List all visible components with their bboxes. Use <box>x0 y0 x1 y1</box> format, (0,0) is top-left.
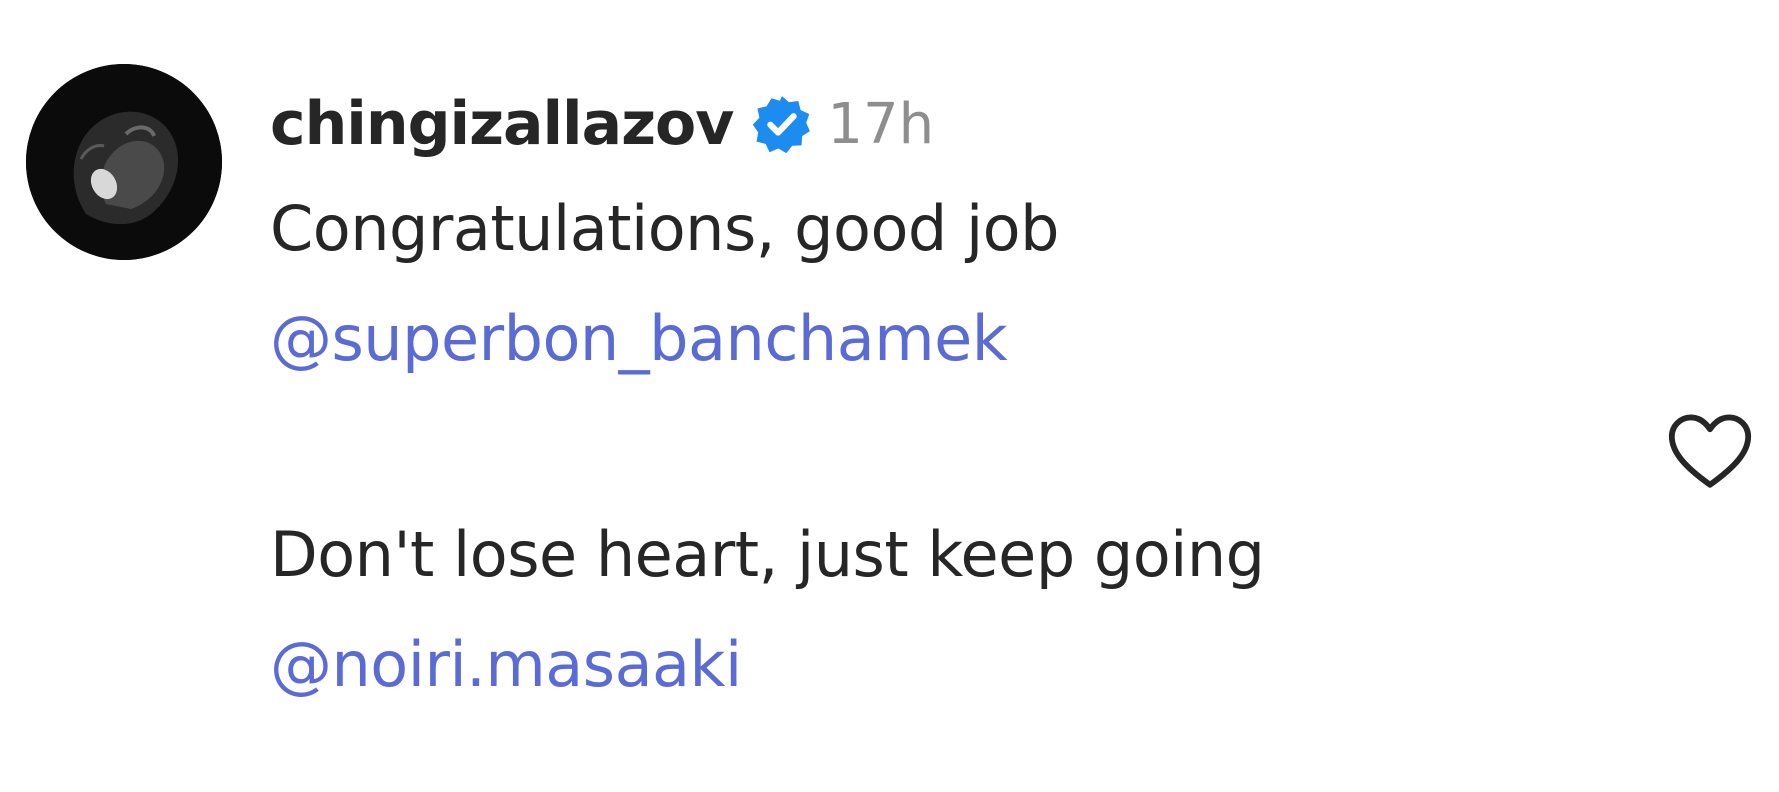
mention-link[interactable]: @superbon_banchamek <box>270 302 1008 375</box>
comment-header: chingizallazov 17h <box>270 76 934 172</box>
avatar-image <box>26 64 222 260</box>
comment-item: chingizallazov 17h Congratulations, good… <box>0 0 1779 792</box>
username-link[interactable]: chingizallazov <box>270 89 734 159</box>
like-button[interactable] <box>1666 412 1754 492</box>
avatar[interactable] <box>26 64 222 260</box>
comment-text-line: Congratulations, good job <box>270 192 1059 265</box>
comment-text-line: Don't lose heart, just keep going <box>270 518 1265 591</box>
mention-link[interactable]: @noiri.masaaki <box>270 628 742 701</box>
heart-outline-icon <box>1668 414 1752 488</box>
verified-badge-icon <box>751 93 813 155</box>
timestamp[interactable]: 17h <box>827 92 934 157</box>
